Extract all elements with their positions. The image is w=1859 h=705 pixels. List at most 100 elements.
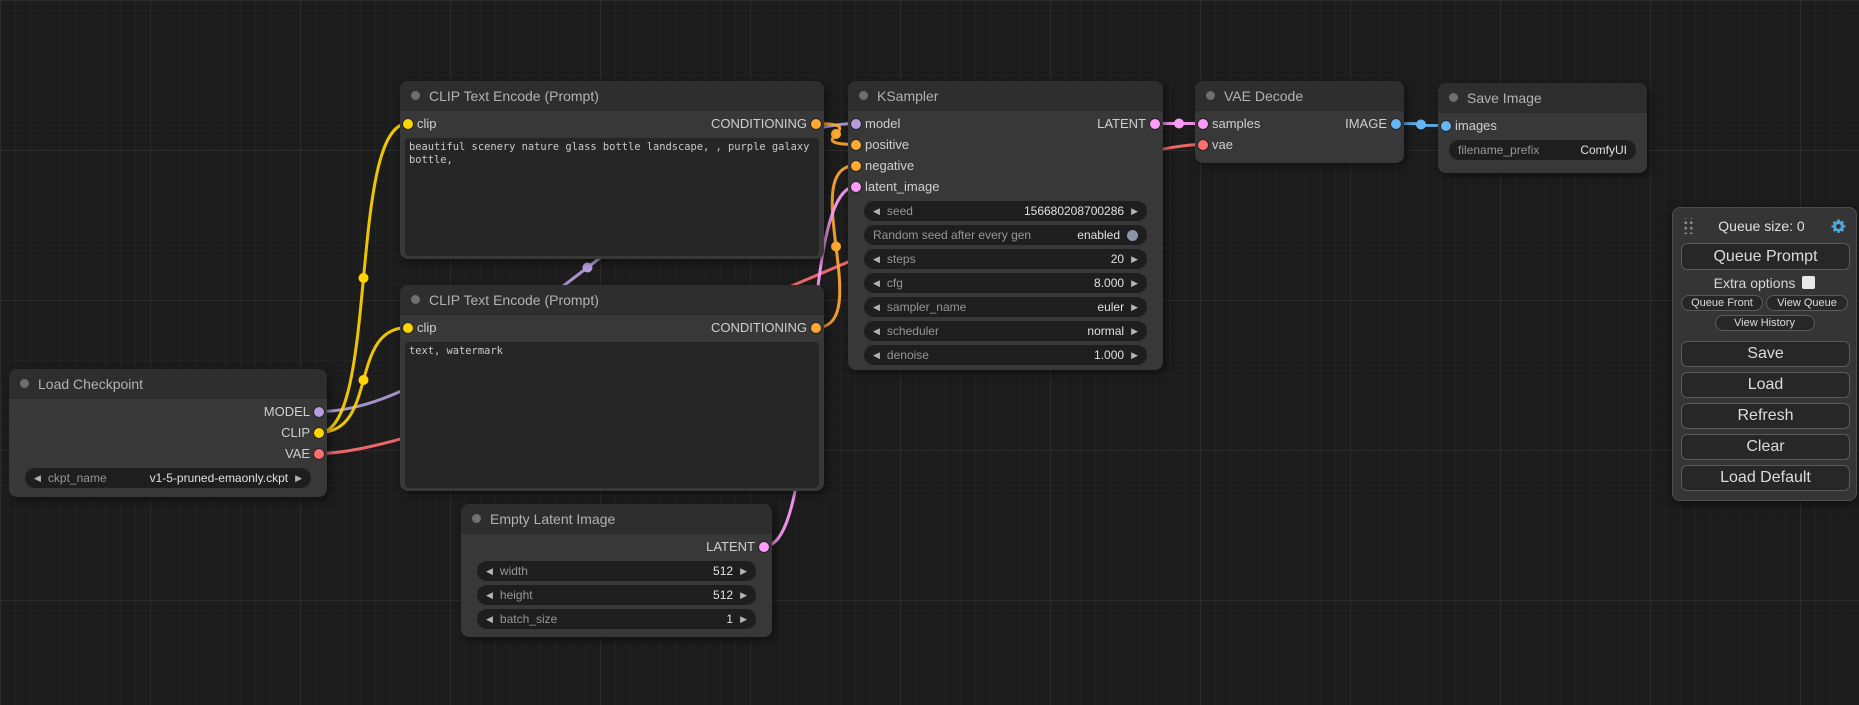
arrow-right-icon[interactable]: ▶ — [740, 561, 747, 581]
node-title: CLIP Text Encode (Prompt) — [429, 292, 599, 308]
arrow-left-icon[interactable]: ◀ — [873, 249, 880, 269]
widget-sampler-name[interactable]: ◀ sampler_name euler ▶ — [864, 297, 1147, 317]
collapse-dot[interactable] — [859, 91, 868, 100]
arrow-left-icon[interactable]: ◀ — [873, 297, 880, 317]
node-title-bar[interactable]: CLIP Text Encode (Prompt) — [400, 81, 824, 111]
node-empty-latent-image[interactable]: Empty Latent Image LATENT ◀ width 512 ▶ … — [461, 504, 772, 637]
node-title-bar[interactable]: Save Image — [1438, 83, 1647, 113]
load-default-button[interactable]: Load Default — [1681, 465, 1850, 491]
arrow-left-icon[interactable]: ◀ — [486, 561, 493, 581]
link-wire — [319, 328, 408, 433]
node-title-bar[interactable]: Empty Latent Image — [461, 504, 772, 534]
arrow-left-icon[interactable]: ◀ — [486, 609, 493, 629]
widget-cfg[interactable]: ◀ cfg 8.000 ▶ — [864, 273, 1147, 293]
arrow-right-icon[interactable]: ▶ — [1131, 273, 1138, 293]
collapse-dot[interactable] — [472, 514, 481, 523]
drag-handle-icon[interactable] — [1682, 218, 1693, 234]
queue-prompt-button[interactable]: Queue Prompt — [1681, 243, 1850, 270]
widget-random-seed-toggle[interactable]: Random seed after every gen enabled — [864, 225, 1147, 245]
output-port-image[interactable] — [1391, 119, 1401, 129]
input-port-samples[interactable] — [1198, 119, 1208, 129]
arrow-right-icon[interactable]: ▶ — [295, 468, 302, 488]
widget-filename-prefix[interactable]: filename_prefix ComfyUI — [1449, 140, 1636, 160]
output-port-vae[interactable] — [314, 449, 324, 459]
clear-button[interactable]: Clear — [1681, 434, 1850, 460]
input-port-negative[interactable] — [851, 161, 861, 171]
node-save-image[interactable]: Save Image images filename_prefix ComfyU… — [1438, 83, 1647, 173]
widget-value: 156680208700286 — [1024, 204, 1124, 218]
output-port-model[interactable] — [314, 407, 324, 417]
arrow-left-icon[interactable]: ◀ — [486, 585, 493, 605]
arrow-left-icon[interactable]: ◀ — [873, 345, 880, 365]
view-history-button[interactable]: View History — [1715, 315, 1815, 331]
arrow-left-icon[interactable]: ◀ — [873, 321, 880, 341]
arrow-right-icon[interactable]: ▶ — [1131, 249, 1138, 269]
input-label-images: images — [1455, 118, 1497, 133]
output-port-clip[interactable] — [314, 428, 324, 438]
widget-scheduler[interactable]: ◀ scheduler normal ▶ — [864, 321, 1147, 341]
node-vae-decode[interactable]: VAE Decode samples IMAGE vae — [1195, 81, 1404, 163]
save-button[interactable]: Save — [1681, 341, 1850, 367]
node-graph-canvas[interactable]: Load Checkpoint MODEL CLIP VAE ◀ ckpt_na… — [0, 0, 1859, 705]
node-load-checkpoint[interactable]: Load Checkpoint MODEL CLIP VAE ◀ ckpt_na… — [9, 369, 327, 497]
node-title-bar[interactable]: KSampler — [848, 81, 1163, 111]
node-clip-text-encode-positive[interactable]: CLIP Text Encode (Prompt) clip CONDITION… — [400, 81, 824, 259]
arrow-right-icon[interactable]: ▶ — [1131, 201, 1138, 221]
arrow-left-icon[interactable]: ◀ — [873, 201, 880, 221]
arrow-left-icon[interactable]: ◀ — [873, 273, 880, 293]
input-port-latent-image[interactable] — [851, 182, 861, 192]
widget-steps[interactable]: ◀ steps 20 ▶ — [864, 249, 1147, 269]
input-port-model[interactable] — [851, 119, 861, 129]
collapse-dot[interactable] — [1449, 93, 1458, 102]
widget-label: height — [500, 588, 533, 602]
node-title-bar[interactable]: Load Checkpoint — [9, 369, 327, 399]
node-title-bar[interactable]: CLIP Text Encode (Prompt) — [400, 285, 824, 315]
node-clip-text-encode-negative[interactable]: CLIP Text Encode (Prompt) clip CONDITION… — [400, 285, 824, 491]
node-title: Save Image — [1467, 90, 1542, 106]
arrow-left-icon[interactable]: ◀ — [34, 468, 41, 488]
queue-front-button[interactable]: Queue Front — [1681, 295, 1763, 311]
collapse-dot[interactable] — [20, 379, 29, 388]
load-button[interactable]: Load — [1681, 372, 1850, 398]
widget-height[interactable]: ◀ height 512 ▶ — [477, 585, 756, 605]
refresh-button[interactable]: Refresh — [1681, 403, 1850, 429]
widget-batch-size[interactable]: ◀ batch_size 1 ▶ — [477, 609, 756, 629]
input-port-clip[interactable] — [403, 323, 413, 333]
output-port-latent[interactable] — [1150, 119, 1160, 129]
collapse-dot[interactable] — [1206, 91, 1215, 100]
collapse-dot[interactable] — [411, 91, 420, 100]
widget-value: 8.000 — [1094, 276, 1124, 290]
collapse-dot[interactable] — [411, 295, 420, 304]
extra-options-checkbox[interactable] — [1802, 276, 1815, 289]
settings-gear-icon[interactable] — [1830, 218, 1847, 235]
toggle-dot-icon[interactable] — [1127, 230, 1138, 241]
arrow-right-icon[interactable]: ▶ — [740, 609, 747, 629]
widget-denoise[interactable]: ◀ denoise 1.000 ▶ — [864, 345, 1147, 365]
view-queue-button[interactable]: View Queue — [1766, 295, 1848, 311]
node-ksampler[interactable]: KSampler model LATENT positive negative … — [848, 81, 1163, 370]
widget-width[interactable]: ◀ width 512 ▶ — [477, 561, 756, 581]
output-port-conditioning[interactable] — [811, 323, 821, 333]
input-port-vae[interactable] — [1198, 140, 1208, 150]
input-port-positive[interactable] — [851, 140, 861, 150]
link-midpoint-dot — [831, 129, 841, 139]
arrow-right-icon[interactable]: ▶ — [1131, 321, 1138, 341]
input-port-images[interactable] — [1441, 121, 1451, 131]
arrow-right-icon[interactable]: ▶ — [1131, 297, 1138, 317]
negative-prompt-textarea[interactable]: text, watermark — [405, 342, 819, 488]
output-label-model: MODEL — [264, 404, 310, 419]
input-port-clip[interactable] — [403, 119, 413, 129]
widget-label: sampler_name — [887, 300, 966, 314]
widget-seed[interactable]: ◀ seed 156680208700286 ▶ — [864, 201, 1147, 221]
arrow-right-icon[interactable]: ▶ — [1131, 345, 1138, 365]
widget-label: seed — [887, 204, 913, 218]
output-port-conditioning[interactable] — [811, 119, 821, 129]
widget-ckpt-name[interactable]: ◀ ckpt_name v1-5-pruned-emaonly.ckpt ▶ — [25, 468, 311, 488]
node-title-bar[interactable]: VAE Decode — [1195, 81, 1404, 111]
positive-prompt-textarea[interactable]: beautiful scenery nature glass bottle la… — [405, 138, 819, 256]
arrow-right-icon[interactable]: ▶ — [740, 585, 747, 605]
input-label-samples: samples — [1212, 116, 1260, 131]
input-label-clip: clip — [417, 320, 437, 335]
output-port-latent[interactable] — [759, 542, 769, 552]
widget-value: v1-5-pruned-emaonly.ckpt — [150, 471, 289, 485]
